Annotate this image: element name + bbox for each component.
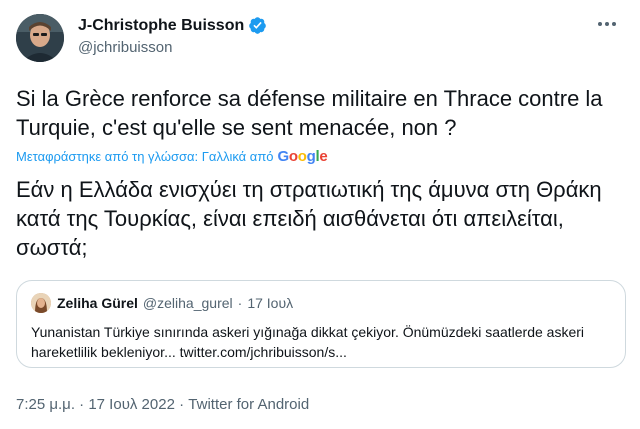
quoted-tweet-card[interactable]: Zeliha Gürel @zeliha_gurel · 17 Ιουλ Yun… xyxy=(16,280,626,368)
more-options-icon[interactable] xyxy=(590,12,624,36)
author-name-row[interactable]: J-Christophe Buisson xyxy=(78,16,267,35)
quoted-tweet-header: Zeliha Gürel @zeliha_gurel · 17 Ιουλ xyxy=(31,293,611,313)
separator-dot: · xyxy=(237,295,243,311)
quoted-author-handle: @zeliha_gurel xyxy=(142,295,233,311)
translation-attribution[interactable]: Μεταφράστηκε από τη γλώσσα: Γαλλικά από … xyxy=(16,148,328,165)
quoted-author-avatar xyxy=(31,293,51,313)
tweet-text: Si la Grèce renforce sa défense militair… xyxy=(16,86,603,140)
quoted-tweet-date: 17 Ιουλ xyxy=(247,295,294,311)
author-handle[interactable]: @jchribuisson xyxy=(78,39,172,56)
quoted-tweet-text: Yunanistan Türkiye sınırında askeri yığı… xyxy=(31,324,585,360)
separator-dot: · xyxy=(74,396,89,413)
translated-label: Μεταφράστηκε από τη γλώσσα: Γαλλικά από xyxy=(16,149,274,164)
translated-tweet-text: Εάν η Ελλάδα ενισχύει τη στρατιωτική της… xyxy=(16,177,602,260)
author-avatar[interactable] xyxy=(16,14,64,62)
author-display-name[interactable]: J-Christophe Buisson xyxy=(78,17,244,35)
tweet-metadata: 7:25 μ.μ. · 17 Ιουλ 2022 · Twitter for A… xyxy=(16,396,309,413)
quoted-author-name: Zeliha Gürel xyxy=(57,295,138,311)
tweet-source: Twitter for Android xyxy=(188,396,310,413)
tweet-time[interactable]: 7:25 μ.μ. xyxy=(16,396,75,413)
verified-badge-icon xyxy=(249,17,267,34)
google-logo: Google xyxy=(277,148,328,165)
tweet-date[interactable]: 17 Ιουλ 2022 xyxy=(88,396,175,413)
separator-dot: · xyxy=(174,396,189,413)
